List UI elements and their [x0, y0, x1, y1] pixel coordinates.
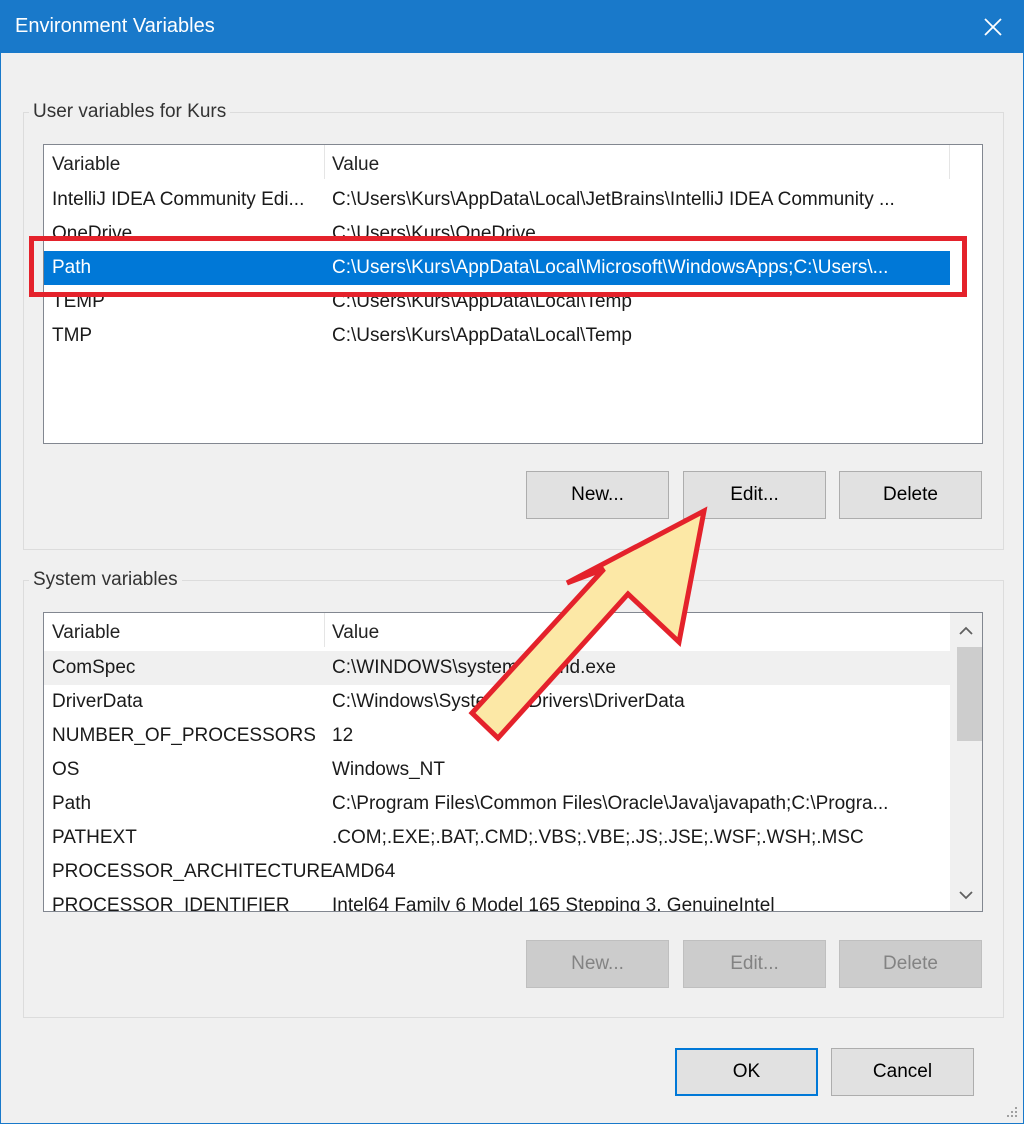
list-item[interactable]: NUMBER_OF_PROCESSORS 12 [44, 719, 950, 753]
variable-value: C:\WINDOWS\system32\cmd.exe [332, 657, 616, 678]
variable-name: IntelliJ IDEA Community Edi... [52, 189, 305, 210]
variable-name: TEMP [52, 291, 105, 312]
variable-value: C:\Users\Kurs\AppData\Local\Temp [332, 325, 632, 346]
system-list-header: Variable Value [44, 613, 950, 649]
column-header-value[interactable]: Value [332, 154, 379, 176]
environment-variables-window: Environment Variables User variables for… [0, 0, 1024, 1124]
list-item-selected[interactable]: Path C:\Users\Kurs\AppData\Local\Microso… [44, 251, 950, 285]
list-item[interactable]: TMP C:\Users\Kurs\AppData\Local\Temp [44, 319, 950, 353]
list-item[interactable]: ComSpec C:\WINDOWS\system32\cmd.exe [44, 651, 950, 685]
close-icon [984, 18, 1002, 36]
user-edit-button[interactable]: Edit... [683, 471, 826, 519]
variable-name: OneDrive [52, 223, 133, 244]
variable-value: 12 [332, 725, 354, 746]
variable-value: C:\Users\Kurs\AppData\Local\Microsoft\Wi… [332, 257, 889, 278]
list-item[interactable]: DriverData C:\Windows\System32\Drivers\D… [44, 685, 950, 719]
scroll-down-button[interactable] [950, 879, 982, 911]
variable-name: NUMBER_OF_PROCESSORS [52, 725, 316, 746]
variable-value: C:\Windows\System32\Drivers\DriverData [332, 691, 685, 712]
variable-value: AMD64 [332, 861, 396, 882]
variable-value: C:\Users\Kurs\AppData\Local\JetBrains\In… [332, 189, 895, 210]
column-header-variable[interactable]: Variable [52, 154, 120, 176]
variable-name: DriverData [52, 691, 143, 712]
user-variables-list[interactable]: Variable Value IntelliJ IDEA Community E… [43, 144, 983, 444]
chevron-down-icon [959, 891, 973, 900]
column-divider[interactable] [949, 145, 950, 179]
column-divider[interactable] [324, 613, 325, 647]
close-button[interactable] [963, 1, 1023, 53]
scroll-up-button[interactable] [950, 615, 982, 647]
user-delete-button[interactable]: Delete [839, 471, 982, 519]
vertical-scrollbar[interactable] [950, 613, 982, 911]
column-divider[interactable] [324, 145, 325, 179]
list-item[interactable]: TEMP C:\Users\Kurs\AppData\Local\Temp [44, 285, 950, 319]
variable-value: Intel64 Family 6 Model 165 Stepping 3, G… [332, 895, 775, 912]
variable-name: Path [52, 257, 92, 278]
variable-name: PATHEXT [52, 827, 137, 848]
variable-name: PROCESSOR_ARCHITECTURE [52, 861, 332, 882]
variable-name: PROCESSOR_IDENTIFIER [52, 895, 290, 912]
variable-name: OS [52, 759, 80, 780]
resize-grip-icon[interactable] [1003, 1103, 1019, 1119]
variable-name: TMP [52, 325, 93, 346]
system-variables-list[interactable]: Variable Value ComSpec C:\WINDOWS\system… [43, 612, 983, 912]
list-item[interactable]: PATHEXT .COM;.EXE;.BAT;.CMD;.VBS;.VBE;.J… [44, 821, 950, 855]
column-header-value[interactable]: Value [332, 622, 379, 644]
list-item[interactable]: PROCESSOR_ARCHITECTURE AMD64 [44, 855, 950, 889]
variable-value: .COM;.EXE;.BAT;.CMD;.VBS;.VBE;.JS;.JSE;.… [332, 827, 864, 848]
list-item[interactable]: Path C:\Program Files\Common Files\Oracl… [44, 787, 950, 821]
variable-value: C:\Users\Kurs\OneDrive [332, 223, 536, 244]
cancel-button[interactable]: Cancel [831, 1048, 974, 1096]
list-item[interactable]: OneDrive C:\Users\Kurs\OneDrive [44, 217, 950, 251]
chevron-up-icon [959, 626, 973, 635]
column-header-variable[interactable]: Variable [52, 622, 120, 644]
window-title: Environment Variables [15, 15, 215, 37]
variable-name: Path [52, 793, 92, 814]
scrollbar-thumb[interactable] [957, 647, 982, 741]
system-edit-button[interactable]: Edit... [683, 940, 826, 988]
system-delete-button[interactable]: Delete [839, 940, 982, 988]
system-variables-label: System variables [29, 569, 182, 591]
list-item[interactable]: IntelliJ IDEA Community Edi... C:\Users\… [44, 183, 950, 217]
system-new-button[interactable]: New... [526, 940, 669, 988]
variable-name: ComSpec [52, 657, 136, 678]
user-new-button[interactable]: New... [526, 471, 669, 519]
title-bar[interactable]: Environment Variables [1, 1, 1023, 53]
user-list-header: Variable Value [44, 145, 982, 181]
variable-value: C:\Program Files\Common Files\Oracle\Jav… [332, 793, 889, 814]
user-variables-label: User variables for Kurs [29, 101, 231, 123]
ok-button[interactable]: OK [675, 1048, 818, 1096]
list-item[interactable]: PROCESSOR_IDENTIFIER Intel64 Family 6 Mo… [44, 889, 950, 912]
dialog-body: User variables for Kurs Variable Value I… [2, 53, 1023, 1123]
variable-value: C:\Users\Kurs\AppData\Local\Temp [332, 291, 632, 312]
variable-value: Windows_NT [332, 759, 445, 780]
list-item[interactable]: OS Windows_NT [44, 753, 950, 787]
